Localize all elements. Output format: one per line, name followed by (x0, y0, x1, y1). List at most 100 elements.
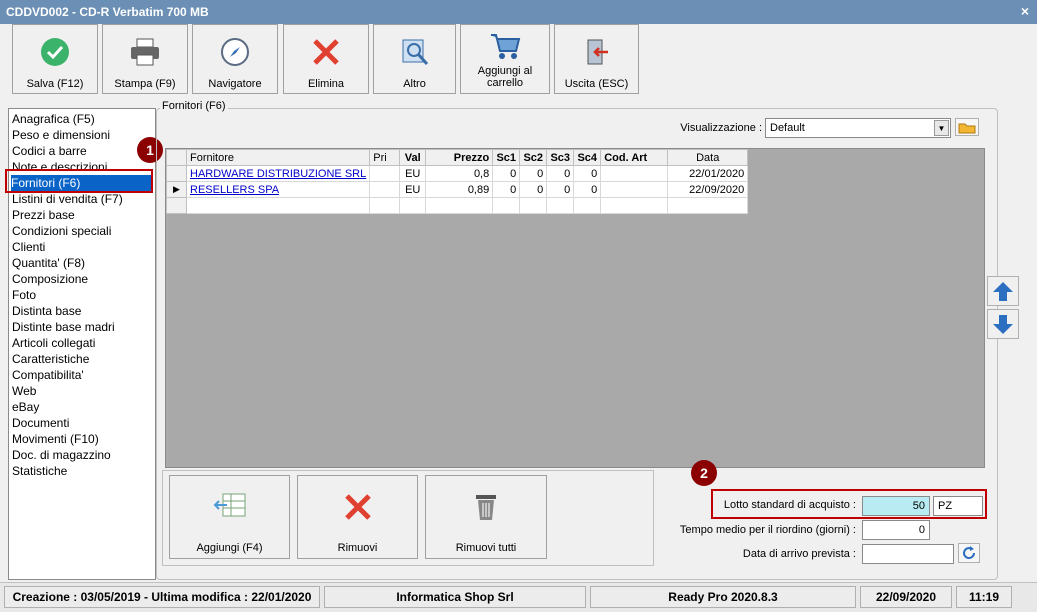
save-button[interactable]: Salva (F12) (12, 24, 98, 94)
lotto-input[interactable]: 50 (862, 496, 930, 516)
remove-all-label: Rimuovi tutti (455, 542, 517, 554)
magnifier-icon (374, 35, 455, 69)
window-title: CDDVD002 - CD-R Verbatim 700 MB (6, 5, 209, 19)
title-bar: CDDVD002 - CD-R Verbatim 700 MB × (0, 0, 1037, 24)
refresh-button[interactable] (958, 543, 980, 563)
print-label: Stampa (F9) (114, 78, 176, 90)
add-supplier-button[interactable]: Aggiungi (F4) (169, 475, 290, 559)
cell-sc2: 0 (519, 181, 548, 198)
cell-val: EU (399, 181, 427, 198)
cell-sc1: 0 (492, 181, 521, 198)
remove-supplier-button[interactable]: Rimuovi (297, 475, 418, 559)
col-sc1[interactable]: Sc1 (492, 149, 521, 166)
tempo-label: Tempo medio per il riordino (giorni) : (679, 524, 856, 536)
sidebar-item[interactable]: Composizione (12, 271, 88, 287)
col-prezzo[interactable]: Prezzo (425, 149, 494, 166)
lotto-label: Lotto standard di acquisto : (723, 499, 856, 511)
compass-icon (193, 35, 277, 69)
printer-icon (103, 35, 187, 69)
row-marker (166, 165, 187, 182)
col-sc2[interactable]: Sc2 (519, 149, 548, 166)
status-version: Ready Pro 2020.8.3 (590, 586, 856, 608)
cell-data: 22/01/2020 (667, 165, 749, 182)
delete-button[interactable]: Elimina (283, 24, 369, 94)
arrow-down-icon (993, 315, 1013, 334)
remove-x-icon (298, 492, 417, 522)
sidebar-item[interactable]: Condizioni speciali (12, 223, 111, 239)
suppliers-grid: Fornitore Pri Val Prezzo Sc1 Sc2 Sc3 Sc4… (166, 149, 749, 214)
data-arrivo-label: Data di arrivo prevista : (742, 548, 856, 560)
cell-sc2: 0 (519, 165, 548, 182)
panel-title: Fornitori (F6) (160, 100, 228, 112)
sidebar-item[interactable]: Codici a barre (12, 143, 87, 159)
sidebar-item[interactable]: Caratteristiche (12, 351, 89, 367)
sidebar-item[interactable]: Articoli collegati (12, 335, 95, 351)
sidebar-item[interactable]: Peso e dimensioni (12, 127, 110, 143)
cell-cod-art (600, 165, 669, 182)
data-arrivo-input[interactable] (862, 544, 954, 564)
col-pri[interactable]: Pri (369, 149, 401, 166)
cell-data: 22/09/2020 (667, 181, 749, 198)
refresh-icon (963, 546, 976, 560)
col-data[interactable]: Data (667, 149, 749, 166)
cell-sc4: 0 (573, 165, 602, 182)
row-marker: ▶ (166, 181, 187, 198)
status-dates: Creazione : 03/05/2019 - Ultima modifica… (4, 586, 320, 608)
cell-pri (369, 181, 401, 198)
delete-label: Elimina (307, 78, 345, 90)
open-folder-button[interactable] (955, 118, 979, 136)
table-row[interactable]: ▶ RESELLERS SPA EU 0,89 0 0 0 0 22/09/20… (166, 181, 749, 198)
table-row-new[interactable] (166, 197, 749, 214)
cell-sc3: 0 (546, 181, 575, 198)
status-company: Informatica Shop Srl (324, 586, 586, 608)
view-select[interactable]: Default ▼ (765, 118, 951, 138)
highlight-box-1 (5, 169, 153, 193)
cell-val: EU (399, 165, 427, 182)
sidebar-item[interactable]: Distinte base madri (12, 319, 115, 335)
sidebar-item[interactable]: Anagrafica (F5) (12, 111, 95, 127)
sidebar-item[interactable]: Web (12, 383, 36, 399)
sidebar-item[interactable]: Doc. di magazzino (12, 447, 111, 463)
add-row-icon (170, 492, 289, 520)
tempo-input[interactable]: 0 (862, 520, 930, 540)
exit-label: Uscita (ESC) (564, 78, 629, 90)
col-sc4[interactable]: Sc4 (573, 149, 602, 166)
move-down-button[interactable] (987, 309, 1019, 339)
sidebar-item[interactable]: Foto (12, 287, 36, 303)
sidebar-item[interactable]: Quantita' (F8) (12, 255, 85, 271)
print-button[interactable]: Stampa (F9) (102, 24, 188, 94)
sidebar-item[interactable]: Compatibilita' (12, 367, 84, 383)
sidebar-item[interactable]: Listini di vendita (F7) (12, 191, 123, 207)
check-icon (13, 35, 97, 69)
sidebar-item[interactable]: Distinta base (12, 303, 81, 319)
chevron-down-icon[interactable]: ▼ (934, 120, 949, 136)
cell-cod-art (600, 181, 669, 198)
col-val[interactable]: Val (399, 149, 427, 166)
other-label: Altro (403, 78, 426, 90)
close-icon[interactable]: × (1021, 3, 1029, 19)
col-fornitore[interactable]: Fornitore (185, 149, 371, 166)
remove-all-button[interactable]: Rimuovi tutti (425, 475, 547, 559)
trash-icon (426, 492, 546, 522)
col-cod-art[interactable]: Cod. Art (600, 149, 669, 166)
other-button[interactable]: Altro (373, 24, 456, 94)
exit-button[interactable]: Uscita (ESC) (554, 24, 639, 94)
sidebar-item[interactable]: Statistiche (12, 463, 67, 479)
add-to-cart-button[interactable]: Aggiungi al carrello (460, 24, 550, 94)
cell-pri (369, 165, 401, 182)
sidebar-item[interactable]: Prezzi base (12, 207, 75, 223)
move-up-button[interactable] (987, 276, 1019, 306)
cell-sc1: 0 (492, 165, 521, 182)
supplier-link[interactable]: RESELLERS SPA (190, 184, 279, 196)
lotto-unit[interactable]: PZ (933, 496, 983, 516)
sidebar-item[interactable]: Clienti (12, 239, 45, 255)
table-row[interactable]: HARDWARE DISTRIBUZIONE SRL EU 0,8 0 0 0 … (166, 165, 749, 182)
sidebar-item[interactable]: Documenti (12, 415, 69, 431)
cell-prezzo: 0,89 (425, 181, 494, 198)
sidebar-item[interactable]: eBay (12, 399, 39, 415)
navigator-button[interactable]: Navigatore (192, 24, 278, 94)
supplier-link[interactable]: HARDWARE DISTRIBUZIONE SRL (190, 168, 366, 180)
col-sc3[interactable]: Sc3 (546, 149, 575, 166)
cell-prezzo: 0,8 (425, 165, 494, 182)
sidebar-item[interactable]: Movimenti (F10) (12, 431, 99, 447)
